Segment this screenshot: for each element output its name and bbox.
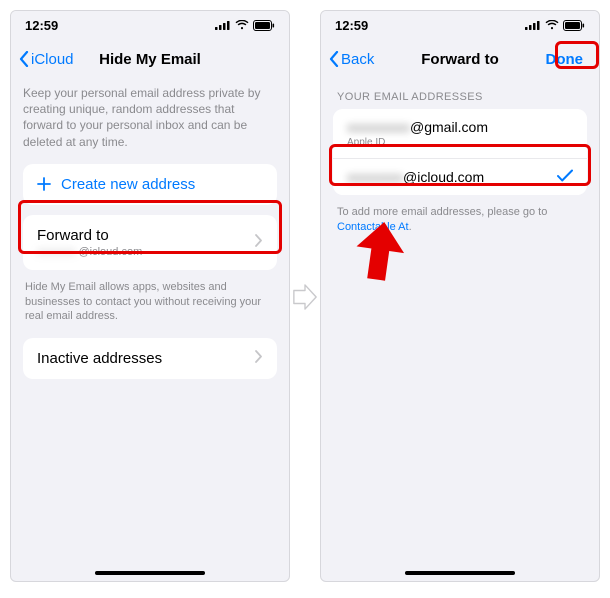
cellular-icon [215,20,231,30]
forward-to-label: Forward to [37,227,142,244]
status-time: 12:59 [25,18,58,33]
chevron-right-icon [255,350,263,367]
forward-to-domain: @icloud.com [79,246,143,258]
footer-text: To add more email addresses, please go t… [337,205,583,236]
create-address-label: Create new address [61,176,195,193]
status-bar: 12:59 [11,11,289,39]
email-sub: Apple ID [347,137,488,148]
inactive-addresses-row[interactable]: Inactive addresses [23,338,277,379]
helper-text: Hide My Email allows apps, websites and … [25,280,275,325]
email-address: xxxxxxxx@icloud.com [347,169,484,185]
footer-post: . [409,221,412,233]
footer-pre: To add more email addresses, please go t… [337,206,547,218]
status-time: 12:59 [335,18,368,33]
checkmark-icon [557,169,573,185]
email-row-1[interactable]: xxxxxxxx@icloud.com [333,159,587,195]
description-text: Keep your personal email address private… [23,85,277,150]
nav-bar: Back Forward to Done [321,39,599,79]
forward-to-value: xxxxxxx @icloud.com [37,246,142,258]
home-indicator [405,571,515,575]
email-domain: @icloud.com [403,169,484,185]
email-list: xxxxxxxxx@gmail.com Apple ID xxxxxxxx@ic… [333,109,587,195]
screen-content: Keep your personal email address private… [11,79,289,379]
status-indicators [525,20,585,31]
inactive-card: Inactive addresses [23,338,277,379]
forward-to-blur: xxxxxxx [37,246,76,258]
status-bar: 12:59 [321,11,599,39]
inactive-label: Inactive addresses [37,350,162,367]
back-label: Back [341,51,374,68]
done-button[interactable]: Done [538,47,592,72]
email-domain: @gmail.com [410,119,488,135]
email-address: xxxxxxxxx@gmail.com [347,119,488,135]
wifi-icon [545,20,559,30]
email-blur: xxxxxxxx [347,169,403,185]
status-indicators [215,20,275,31]
contactable-at-link[interactable]: Contactable At [337,221,409,233]
create-address-card: Create new address [23,164,277,205]
back-button[interactable]: iCloud [19,51,74,68]
screen-content: YOUR EMAIL ADDRESSES xxxxxxxxx@gmail.com… [321,79,599,236]
wifi-icon [235,20,249,30]
battery-icon [253,20,275,31]
chevron-right-icon [255,234,263,251]
email-row-0[interactable]: xxxxxxxxx@gmail.com Apple ID [333,109,587,159]
forward-to-row[interactable]: Forward to xxxxxxx @icloud.com [23,215,277,270]
battery-icon [563,20,585,31]
back-label: iCloud [31,51,74,68]
plus-icon [37,177,51,191]
back-button[interactable]: Back [329,51,374,68]
section-header: YOUR EMAIL ADDRESSES [337,91,583,103]
create-address-button[interactable]: Create new address [23,164,277,205]
nav-bar: iCloud Hide My Email [11,39,289,79]
transition-arrow-icon [292,284,318,310]
email-blur: xxxxxxxxx [347,119,410,135]
chevron-left-icon [329,51,339,67]
chevron-left-icon [19,51,29,67]
right-screenshot: 12:59 Back Forward to Done YOUR EMAIL AD… [320,10,600,582]
home-indicator [95,571,205,575]
left-screenshot: 12:59 iCloud Hide My Email Keep your per… [10,10,290,582]
cellular-icon [525,20,541,30]
forward-to-card: Forward to xxxxxxx @icloud.com [23,215,277,270]
